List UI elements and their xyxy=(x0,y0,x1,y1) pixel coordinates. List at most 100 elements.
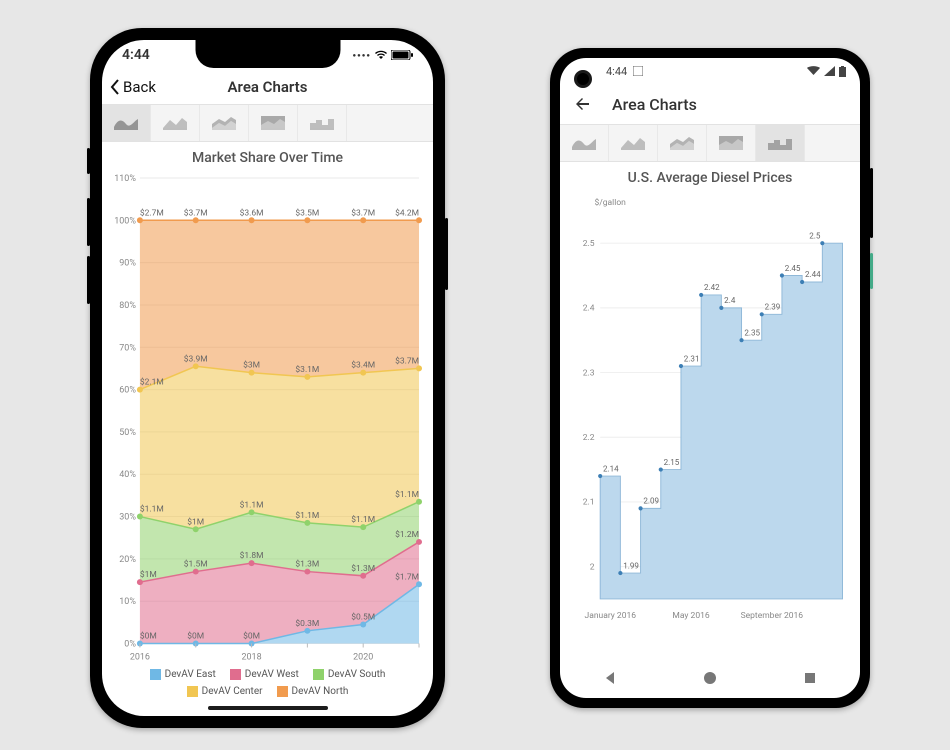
svg-text:$1.1M: $1.1M xyxy=(295,510,319,521)
chart-type-toolbar xyxy=(102,104,433,142)
chart-type-area-smooth[interactable] xyxy=(102,105,151,141)
svg-text:$3.6M: $3.6M xyxy=(240,207,264,218)
nav-home-icon[interactable] xyxy=(702,670,718,686)
nav-back-icon[interactable] xyxy=(602,670,618,686)
svg-text:$1.1M: $1.1M xyxy=(140,504,164,515)
home-indicator xyxy=(208,706,328,710)
svg-text:2.4: 2.4 xyxy=(583,304,595,314)
svg-text:$1.3M: $1.3M xyxy=(351,563,375,574)
svg-text:September 2016: September 2016 xyxy=(741,611,804,621)
svg-text:100%: 100% xyxy=(114,216,136,226)
svg-text:$3.7M: $3.7M xyxy=(395,355,419,366)
svg-text:$/gallon: $/gallon xyxy=(595,197,627,208)
svg-text:60%: 60% xyxy=(119,386,136,396)
svg-text:2.5: 2.5 xyxy=(809,231,821,240)
legend-item[interactable]: DevAV East xyxy=(150,669,216,680)
legend-item[interactable]: DevAV Center xyxy=(187,686,263,697)
chart-title: U.S. Average Diesel Prices xyxy=(560,162,860,190)
chart-type-area-stacked[interactable] xyxy=(658,125,707,161)
svg-text:10%: 10% xyxy=(119,597,136,607)
svg-text:2.5: 2.5 xyxy=(583,239,595,249)
svg-text:0%: 0% xyxy=(124,640,136,650)
android-clock: 4:44 xyxy=(606,65,627,78)
svg-text:$0M: $0M xyxy=(140,631,157,642)
svg-text:$2.1M: $2.1M xyxy=(140,377,164,388)
svg-text:1.99: 1.99 xyxy=(623,561,639,570)
ios-nav-bar: Back Area Charts xyxy=(102,70,433,104)
svg-text:50%: 50% xyxy=(119,428,136,438)
svg-text:2.15: 2.15 xyxy=(664,458,680,467)
signal-icon xyxy=(824,66,835,76)
android-nav-bar xyxy=(560,658,860,698)
wifi-icon xyxy=(807,66,820,76)
android-volume-rocker xyxy=(870,168,873,238)
svg-text:2: 2 xyxy=(590,562,595,572)
svg-text:80%: 80% xyxy=(119,301,136,311)
svg-text:$3.5M: $3.5M xyxy=(295,207,319,218)
iphone-power-button xyxy=(445,218,448,290)
svg-text:20%: 20% xyxy=(119,555,136,565)
page-title: Area Charts xyxy=(612,95,697,114)
nav-recents-icon[interactable] xyxy=(802,670,818,686)
chart-type-area-stacked[interactable] xyxy=(200,105,249,141)
svg-text:$0.3M: $0.3M xyxy=(295,618,319,629)
back-arrow-icon[interactable] xyxy=(574,95,592,113)
svg-text:2.42: 2.42 xyxy=(704,283,720,292)
legend-item[interactable]: DevAV West xyxy=(230,669,299,680)
legend-item[interactable]: DevAV South xyxy=(313,669,386,680)
svg-text:90%: 90% xyxy=(119,259,136,269)
chart-type-area-step[interactable] xyxy=(298,105,347,141)
svg-text:$1.1M: $1.1M xyxy=(395,489,419,500)
back-button[interactable]: Back xyxy=(110,78,156,96)
chart-legend: DevAV East DevAV West DevAV South DevAV Cen… xyxy=(102,665,433,701)
svg-text:$3.1M: $3.1M xyxy=(295,364,319,375)
chart-type-area-full[interactable] xyxy=(249,105,298,141)
chart-type-area-sharp[interactable] xyxy=(151,105,200,141)
svg-text:$3.4M: $3.4M xyxy=(351,360,375,371)
svg-text:$1.1M: $1.1M xyxy=(240,499,264,510)
svg-text:$1.1M: $1.1M xyxy=(351,514,375,525)
legend-item[interactable]: DevAV North xyxy=(277,686,349,697)
android-device-frame: 4:44 Area Charts xyxy=(550,48,870,708)
iphone-notch xyxy=(195,40,340,68)
chart-type-area-smooth[interactable] xyxy=(560,125,609,161)
svg-text:$1M: $1M xyxy=(187,516,204,527)
chart-type-area-step[interactable] xyxy=(756,125,805,161)
svg-text:2.2: 2.2 xyxy=(583,433,595,443)
svg-text:$3M: $3M xyxy=(243,360,260,371)
chevron-left-icon xyxy=(110,79,120,95)
svg-text:$1.2M: $1.2M xyxy=(395,529,419,540)
chart-type-area-sharp[interactable] xyxy=(609,125,658,161)
wifi-icon xyxy=(374,50,388,60)
svg-text:2020: 2020 xyxy=(353,652,373,662)
svg-text:$0M: $0M xyxy=(187,631,204,642)
svg-text:$4.2M: $4.2M xyxy=(395,207,419,218)
svg-text:2.09: 2.09 xyxy=(643,497,659,506)
svg-text:2.1: 2.1 xyxy=(583,498,595,508)
iphone-screen: 4:44 ●●●● Back Area Charts xyxy=(102,40,433,716)
svg-text:$2.7M: $2.7M xyxy=(140,207,164,218)
svg-text:2.3: 2.3 xyxy=(583,368,595,378)
svg-text:$3.9M: $3.9M xyxy=(184,353,208,364)
debug-icon xyxy=(633,66,643,76)
svg-text:2.31: 2.31 xyxy=(684,354,700,363)
android-status-bar: 4:44 xyxy=(560,58,860,84)
ios-clock: 4:44 xyxy=(122,47,150,63)
android-chart-svg: $/gallon22.12.22.32.42.52.141.992.092.15… xyxy=(568,190,852,625)
svg-text:$3.7M: $3.7M xyxy=(184,207,208,218)
svg-text:$1.7M: $1.7M xyxy=(395,571,419,582)
chart-type-area-full[interactable] xyxy=(707,125,756,161)
svg-text:$1M: $1M xyxy=(140,569,157,580)
page-title: Area Charts xyxy=(228,78,308,96)
android-power-button xyxy=(870,253,873,289)
svg-text:2016: 2016 xyxy=(130,652,150,662)
svg-text:2018: 2018 xyxy=(241,652,261,662)
iphone-volume-up xyxy=(87,198,90,246)
svg-text:2.44: 2.44 xyxy=(805,270,821,279)
android-camera-hole xyxy=(574,70,592,88)
svg-text:$0.5M: $0.5M xyxy=(351,611,375,622)
iphone-device-frame: 4:44 ●●●● Back Area Charts xyxy=(90,28,445,728)
chart-title: Market Share Over Time xyxy=(102,142,433,170)
android-app-bar: Area Charts xyxy=(560,84,860,124)
svg-text:$0M: $0M xyxy=(243,631,260,642)
